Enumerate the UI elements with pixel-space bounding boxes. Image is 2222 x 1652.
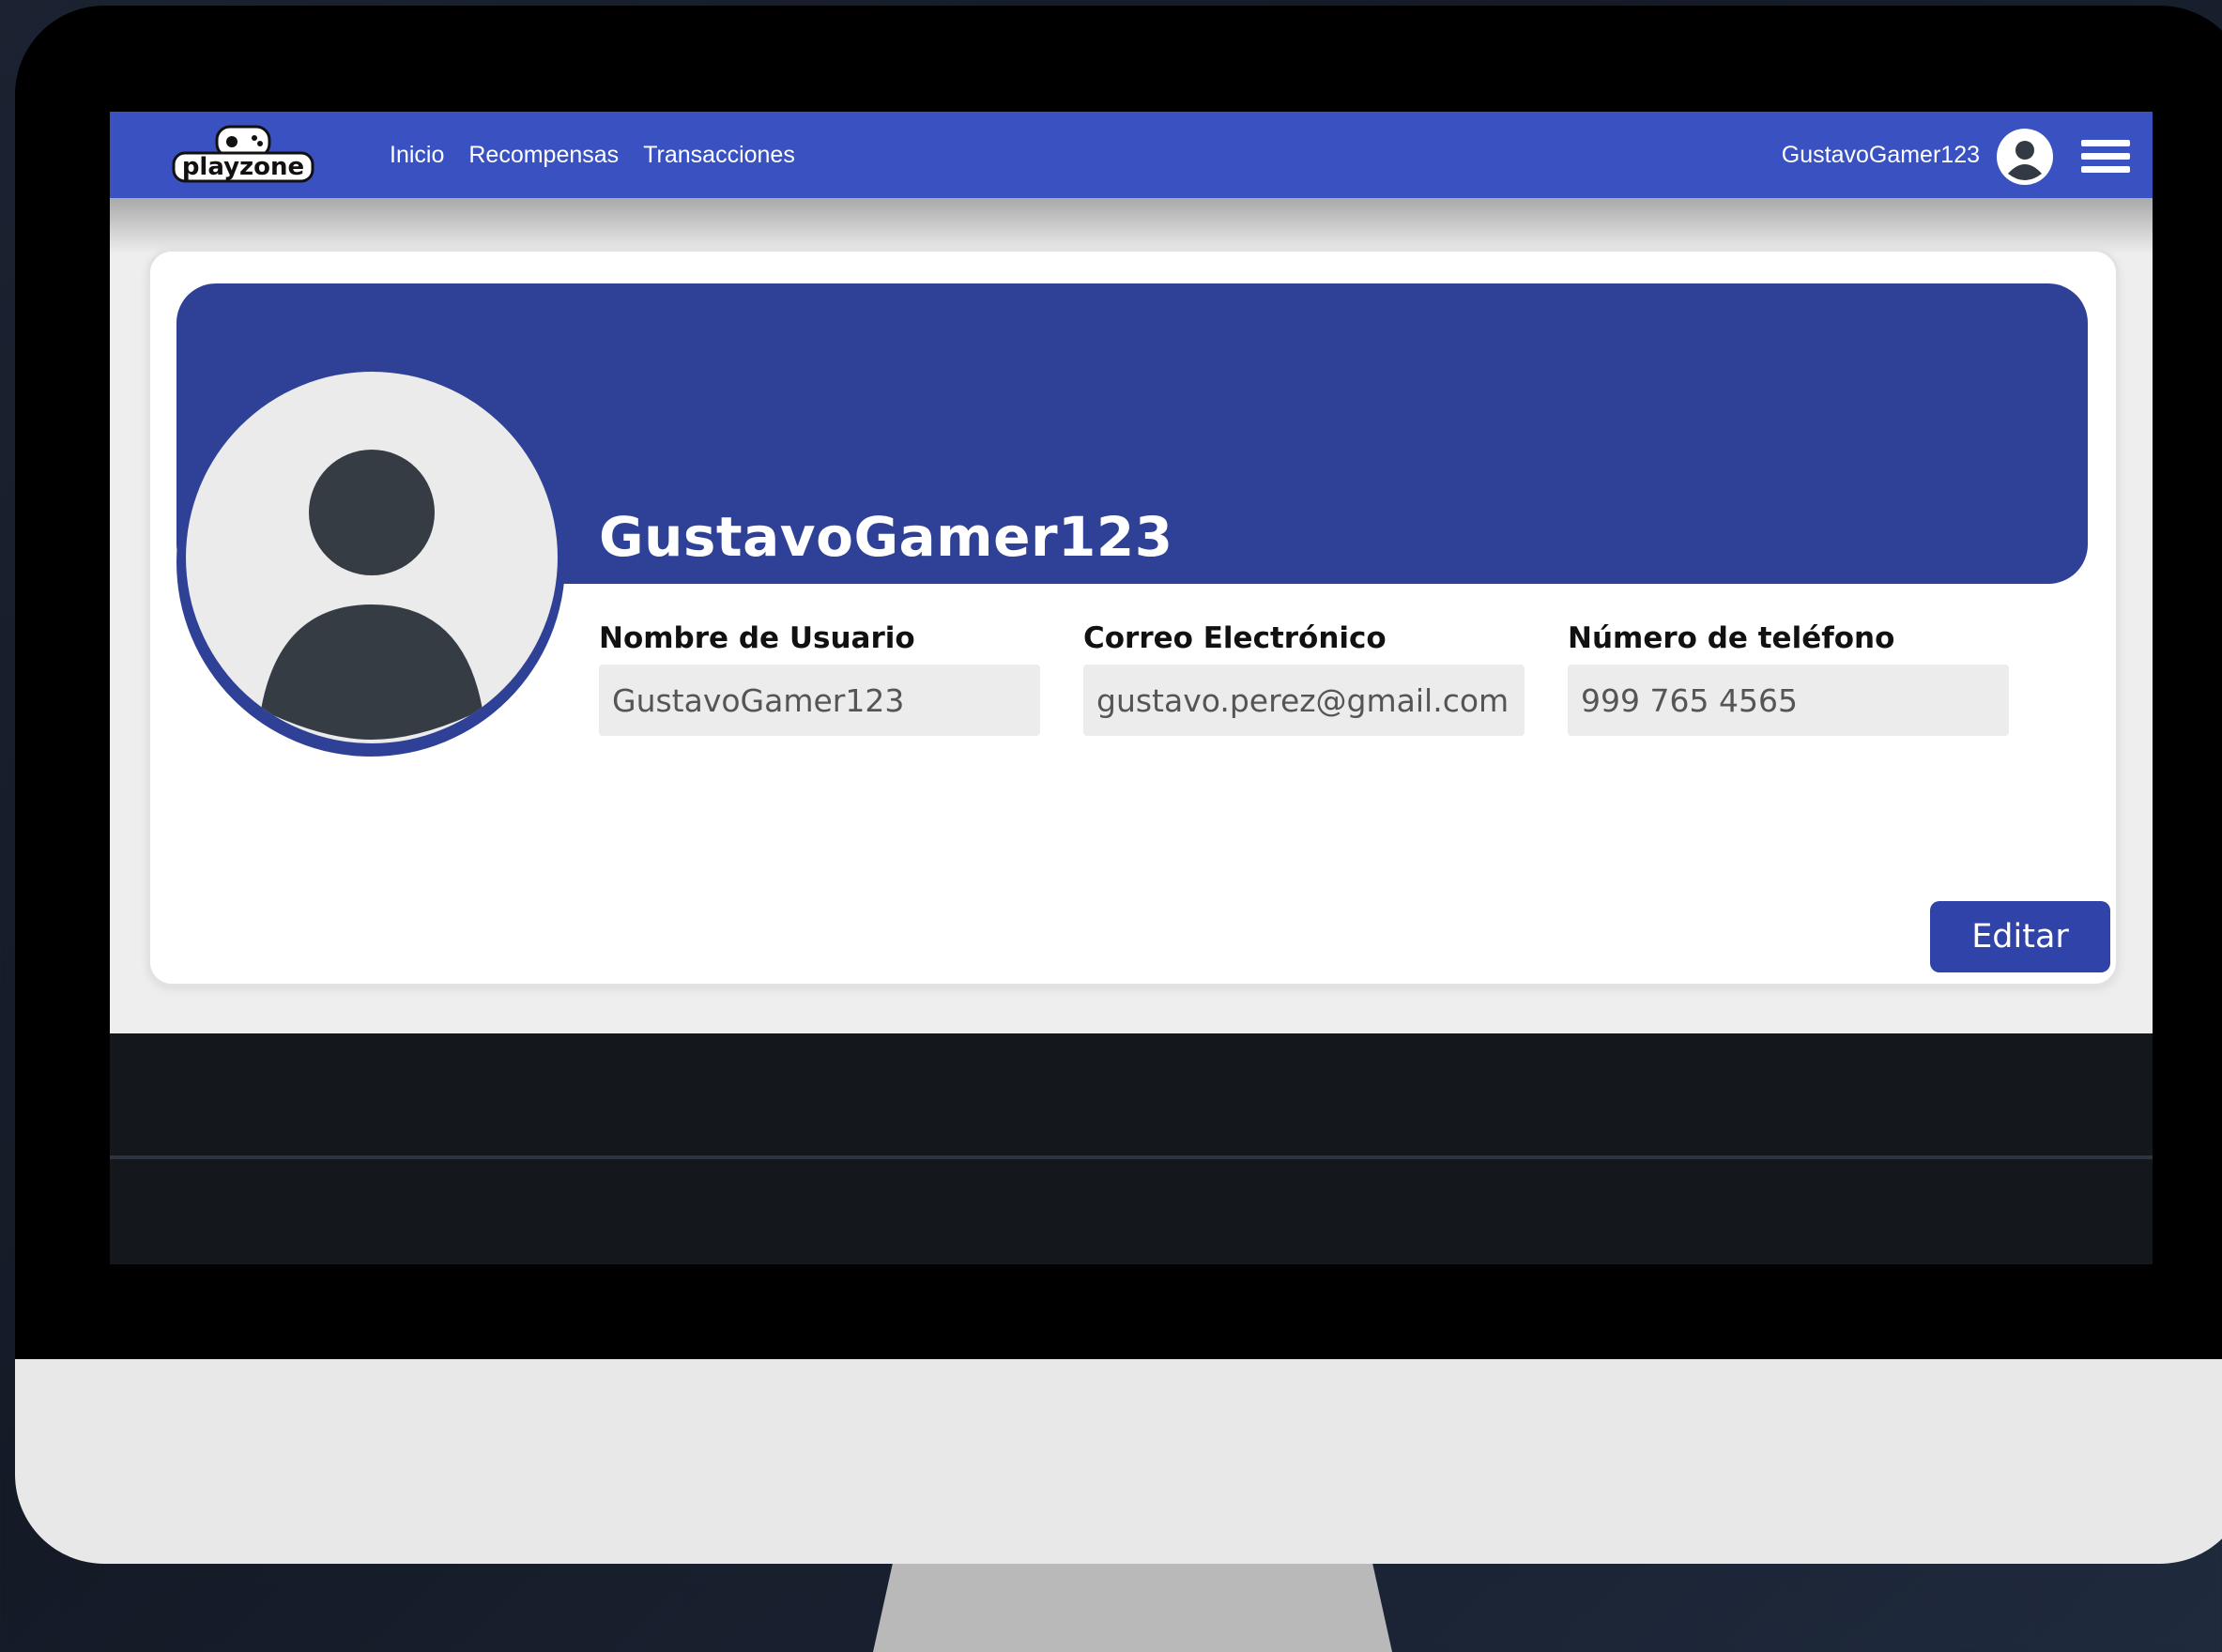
footer-top [110,1033,2153,1155]
playzone-logo[interactable]: playzone [172,125,314,185]
nav-links: Inicio Recompensas Transacciones [390,112,795,198]
monitor-frame: playzone Inicio Recompensas Transaccione… [15,6,2222,1564]
navbar-shadow [110,198,2153,254]
footer-bottom [110,1159,2153,1264]
hamburger-menu-icon[interactable] [2081,140,2130,173]
avatar [186,372,558,743]
gamepad-icon: playzone [172,125,314,183]
app-screen: playzone Inicio Recompensas Transaccione… [110,112,2153,1264]
email-label: Correo Electrónico [1083,621,1387,655]
phone-field[interactable] [1568,665,2009,736]
profile-card: GustavoGamer123 Nombre de Usuario Correo… [147,249,2119,987]
email-field[interactable] [1083,665,1525,736]
edit-button[interactable]: Editar [1930,901,2110,972]
monitor-chin [15,1359,2222,1564]
user-icon [261,450,483,740]
phone-label: Número de teléfono [1568,621,1895,655]
nav-link-transacciones[interactable]: Transacciones [643,142,795,169]
top-navbar: playzone Inicio Recompensas Transaccione… [110,112,2153,198]
user-icon[interactable] [1997,129,2053,185]
username-label: Nombre de Usuario [599,621,915,655]
phone-field-group: Número de teléfono [1568,620,2009,736]
nav-avatar-graphic [1997,129,2053,185]
username-field-group: Nombre de Usuario [599,620,1040,736]
nav-link-inicio[interactable]: Inicio [390,142,444,169]
monitor-stand [873,1558,1392,1652]
email-field-group: Correo Electrónico [1083,620,1525,736]
nav-link-recompensas[interactable]: Recompensas [468,142,619,169]
nav-username[interactable]: GustavoGamer123 [1782,112,1980,198]
logo-wordmark: playzone [182,153,304,181]
profile-name: GustavoGamer123 [599,505,1173,569]
username-field[interactable] [599,665,1040,736]
